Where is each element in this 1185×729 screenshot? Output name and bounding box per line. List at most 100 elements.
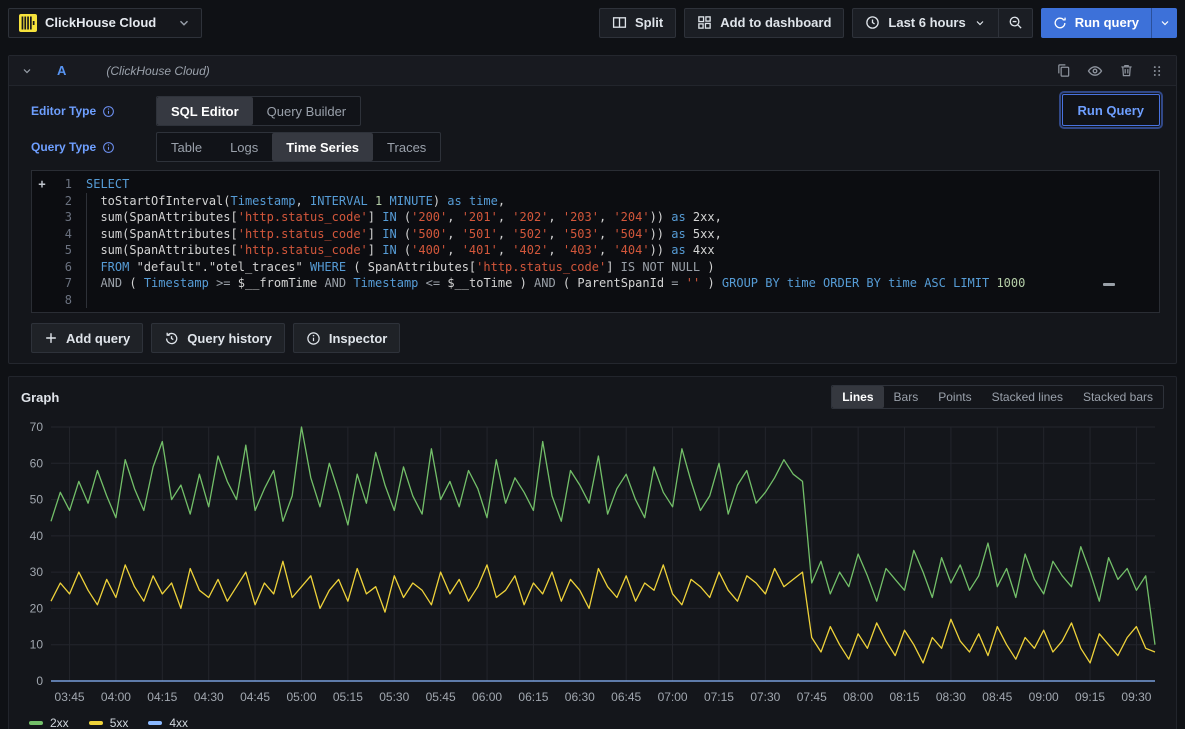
add-to-dashboard-button[interactable]: Add to dashboard xyxy=(684,8,844,38)
run-query-dropdown-button[interactable] xyxy=(1151,8,1177,38)
y-axis-tick-label: 70 xyxy=(30,420,44,434)
x-axis-tick-label: 04:45 xyxy=(240,690,270,704)
code-text: sum(SpanAttributes['http.status_code'] I… xyxy=(72,209,1159,226)
query-type-option-logs[interactable]: Logs xyxy=(216,133,272,161)
gutter-glyph xyxy=(32,209,52,226)
x-axis-tick-label: 08:45 xyxy=(982,690,1012,704)
x-axis-tick-label: 05:30 xyxy=(379,690,409,704)
add-query-label: Add query xyxy=(66,331,130,346)
y-axis-tick-label: 10 xyxy=(30,638,44,652)
chevron-down-icon xyxy=(177,16,191,30)
editor-type-row: Editor Type SQL Editor Query Builder xyxy=(31,96,1160,126)
query-row-actions xyxy=(1056,63,1164,79)
code-line: +1SELECT xyxy=(32,176,1159,193)
code-text: toStartOfInterval(Timestamp, INTERVAL 1 … xyxy=(72,193,1159,210)
hide-response-eye-icon[interactable] xyxy=(1087,63,1103,79)
add-query-button[interactable]: Add query xyxy=(31,323,143,353)
code-text: AND ( Timestamp >= $__fromTime AND Times… xyxy=(72,275,1159,292)
add-line-plus-icon: + xyxy=(32,176,52,193)
query-type-row: Query Type Table Logs Time Series Traces xyxy=(31,132,1160,162)
datasource-picker[interactable]: ClickHouse Cloud xyxy=(8,8,202,38)
legend-label: 4xx xyxy=(169,716,188,729)
query-datasource-hint: (ClickHouse Cloud) xyxy=(106,64,209,78)
editor-type-option-query-builder[interactable]: Query Builder xyxy=(253,97,360,125)
query-type-option-time-series[interactable]: Time Series xyxy=(272,133,373,161)
legend-swatch xyxy=(89,721,103,725)
gutter-glyph xyxy=(32,292,52,309)
legend-swatch xyxy=(29,721,43,725)
code-line: 3 sum(SpanAttributes['http.status_code']… xyxy=(32,209,1159,226)
x-axis-tick-label: 07:45 xyxy=(797,690,827,704)
x-axis-tick-label: 06:30 xyxy=(565,690,595,704)
inspector-label: Inspector xyxy=(329,331,388,346)
editor-type-label: Editor Type xyxy=(31,104,96,118)
query-type-option-traces[interactable]: Traces xyxy=(373,133,440,161)
run-query-button[interactable]: Run query xyxy=(1041,8,1151,38)
datasource-label: ClickHouse Cloud xyxy=(45,15,169,30)
inspector-button[interactable]: Inspector xyxy=(293,323,401,353)
sql-code-editor[interactable]: +1SELECT2 toStartOfInterval(Timestamp, I… xyxy=(31,170,1160,313)
clickhouse-logo-icon xyxy=(19,14,37,32)
zoom-out-icon xyxy=(1008,15,1023,30)
graph-style-stacked-bars[interactable]: Stacked bars xyxy=(1073,386,1163,408)
gutter-glyph xyxy=(32,242,52,259)
code-line: 6 FROM "default"."otel_traces" WHERE ( S… xyxy=(32,259,1159,276)
graph-style-bars[interactable]: Bars xyxy=(884,386,929,408)
zoom-out-button[interactable] xyxy=(999,8,1033,38)
chevron-down-icon xyxy=(1159,17,1171,29)
x-axis-tick-label: 04:00 xyxy=(101,690,131,704)
info-icon[interactable] xyxy=(102,105,115,118)
line-number: 3 xyxy=(52,209,72,226)
run-query-card-button[interactable]: Run Query xyxy=(1062,94,1160,126)
add-to-dashboard-label: Add to dashboard xyxy=(720,15,831,30)
x-axis-tick-label: 07:00 xyxy=(658,690,688,704)
x-axis-tick-label: 08:15 xyxy=(889,690,919,704)
delete-query-trash-icon[interactable] xyxy=(1119,63,1134,78)
toolbar-actions: Split Add to dashboard Last 6 hours xyxy=(599,8,1177,38)
run-query-split-button: Run query xyxy=(1041,8,1177,38)
graph-style-lines[interactable]: Lines xyxy=(832,386,883,408)
x-axis-tick-label: 06:15 xyxy=(518,690,548,704)
time-range-button[interactable]: Last 6 hours xyxy=(852,8,998,38)
y-axis-tick-label: 20 xyxy=(30,601,44,615)
split-button[interactable]: Split xyxy=(599,8,676,38)
query-history-button[interactable]: Query history xyxy=(151,323,285,353)
duplicate-query-icon[interactable] xyxy=(1056,63,1071,78)
time-picker-group: Last 6 hours xyxy=(852,8,1032,38)
graph-style-stacked-lines[interactable]: Stacked lines xyxy=(982,386,1073,408)
y-axis-tick-label: 30 xyxy=(30,565,44,579)
query-ref-id: A xyxy=(57,63,66,78)
y-axis-tick-label: 40 xyxy=(30,529,44,543)
info-circle-icon xyxy=(306,331,321,346)
editor-type-option-sql-editor[interactable]: SQL Editor xyxy=(157,97,253,125)
graph-panel: Graph Lines Bars Points Stacked lines St… xyxy=(8,376,1177,729)
legend-label: 5xx xyxy=(110,716,129,729)
legend-item-4xx[interactable]: 4xx xyxy=(148,716,188,729)
x-axis-tick-label: 06:45 xyxy=(611,690,641,704)
chevron-down-icon xyxy=(974,17,986,29)
time-series-chart[interactable]: 01020304050607003:4504:0004:1504:3004:45… xyxy=(21,413,1164,711)
drag-handle-icon[interactable] xyxy=(1150,64,1164,78)
collapse-chevron-icon[interactable] xyxy=(21,65,33,77)
x-axis-tick-label: 05:00 xyxy=(286,690,316,704)
editor-type-label-group: Editor Type xyxy=(31,104,156,118)
x-axis-tick-label: 07:30 xyxy=(750,690,780,704)
info-icon[interactable] xyxy=(102,141,115,154)
line-number: 4 xyxy=(52,226,72,243)
legend-item-5xx[interactable]: 5xx xyxy=(89,716,129,729)
y-axis-tick-label: 60 xyxy=(30,456,44,470)
x-axis-tick-label: 08:30 xyxy=(936,690,966,704)
legend-label: 2xx xyxy=(50,716,69,729)
split-label: Split xyxy=(635,15,663,30)
query-row-header: A (ClickHouse Cloud) xyxy=(9,56,1176,86)
x-axis-tick-label: 05:15 xyxy=(333,690,363,704)
query-history-label: Query history xyxy=(187,331,272,346)
line-number: 2 xyxy=(52,193,72,210)
legend-item-2xx[interactable]: 2xx xyxy=(29,716,69,729)
query-type-option-table[interactable]: Table xyxy=(157,133,216,161)
graph-style-toggle: Lines Bars Points Stacked lines Stacked … xyxy=(831,385,1164,409)
plus-icon xyxy=(44,331,58,345)
split-icon xyxy=(612,15,627,30)
graph-style-points[interactable]: Points xyxy=(928,386,981,408)
query-type-label: Query Type xyxy=(31,140,96,154)
